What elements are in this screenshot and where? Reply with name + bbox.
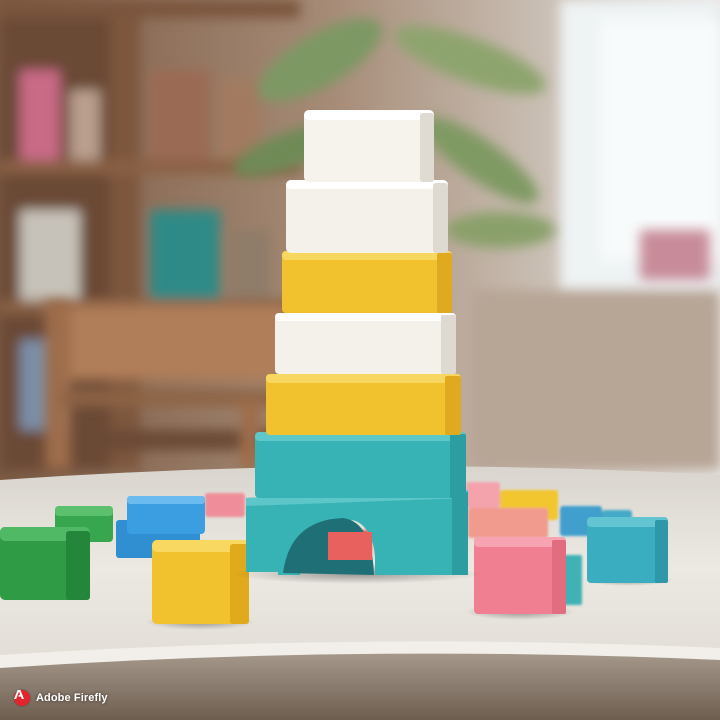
adobe-logo-icon: [14, 690, 30, 706]
tower-arch-block: [246, 490, 468, 575]
tower-white-block-mid: [275, 313, 456, 374]
watermark-label: Adobe Firefly: [36, 692, 108, 704]
tower-yellow-block-lower: [266, 374, 461, 435]
tower-teal-block: [255, 432, 466, 498]
tower-yellow-block-upper: [282, 251, 452, 313]
adobe-firefly-watermark: Adobe Firefly: [14, 690, 108, 706]
tower-white-block: [286, 180, 448, 253]
photo-scene: Adobe Firefly: [0, 0, 720, 720]
tower-top-block: [304, 110, 434, 182]
scene-illustration: [0, 0, 720, 720]
